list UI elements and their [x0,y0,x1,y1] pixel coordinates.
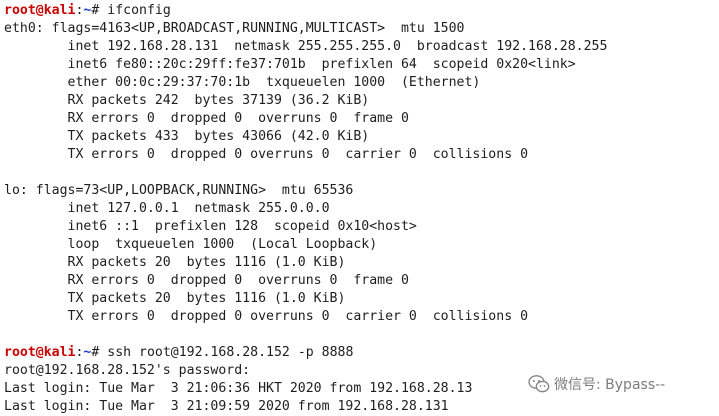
output-line: RX packets 242 bytes 37139 (36.2 KiB) [4,93,370,108]
wechat-icon [528,375,550,393]
prompt-user: root@kali [4,3,76,18]
output-line: RX errors 0 dropped 0 overruns 0 frame 0 [4,273,409,288]
output-line: TX errors 0 dropped 0 overruns 0 carrier… [4,147,529,162]
output-line: Last login: Tue Mar 3 21:09:59 2020 from… [4,399,449,414]
output-line: TX packets 433 bytes 43066 (42.0 KiB) [4,129,370,144]
command-text: ssh root@192.168.28.152 -p 8888 [107,345,354,360]
output-line: eth0: flags=4163<UP,BROADCAST,RUNNING,MU… [4,21,465,36]
output-line: RX packets 20 bytes 1116 (1.0 KiB) [4,255,346,270]
output-line: ether 00:0c:29:37:70:1b txqueuelen 1000 … [4,75,481,90]
output-line: inet 192.168.28.131 netmask 255.255.255.… [4,39,608,54]
output-line: loop txqueuelen 1000 (Local Loopback) [4,237,378,252]
command-text: ifconfig [107,3,171,18]
output-line: root@192.168.28.152's password: [4,363,251,378]
output-line: inet 127.0.0.1 netmask 255.0.0.0 [4,201,330,216]
terminal-window[interactable]: root@kali:~# ifconfig eth0: flags=4163<U… [0,0,719,416]
output-line: Last login: Tue Mar 3 21:06:36 HKT 2020 … [4,381,473,396]
prompt-symbol: # [91,345,108,360]
output-line: lo: flags=73<UP,LOOPBACK,RUNNING> mtu 65… [4,183,354,198]
prompt-line: root@kali:~# ssh root@192.168.28.152 -p … [4,344,607,362]
output-line: TX packets 20 bytes 1116 (1.0 KiB) [4,291,346,306]
watermark-text: 微信号: Bypass-- [554,377,666,393]
output-line: TX errors 0 dropped 0 overruns 0 carrier… [4,309,529,324]
terminal-output: root@kali:~# ifconfig eth0: flags=4163<U… [4,2,607,416]
output-line: inet6 fe80::20c:29ff:fe37:701b prefixlen… [4,57,576,72]
prompt-symbol: # [91,3,108,18]
output-line: inet6 ::1 prefixlen 128 scopeid 0x10<hos… [4,219,417,234]
prompt-user: root@kali [4,345,76,360]
prompt-line: root@kali:~# ifconfig [4,2,607,20]
output-line: RX errors 0 dropped 0 overruns 0 frame 0 [4,111,409,126]
watermark: 微信号: Bypass-- [528,374,665,394]
